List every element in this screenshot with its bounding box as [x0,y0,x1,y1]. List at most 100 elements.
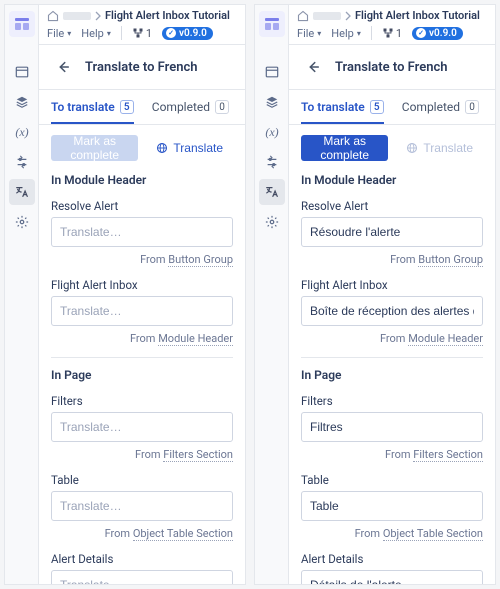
tab-to-translate[interactable]: To translate 5 [51,90,134,124]
from-source: From Filters Section [51,448,233,461]
version-pill[interactable]: ✓v0.9.0 [412,27,463,40]
tab-completed[interactable]: Completed 0 [152,90,229,124]
tab-to-translate[interactable]: To translate 5 [301,90,384,124]
translate-button[interactable]: Translate [146,135,233,161]
panel-icon[interactable] [259,59,285,85]
source-link[interactable]: Filters Section [163,448,233,462]
app-window: (x) Flight Alert Inbox Tutorial File▾ He… [254,4,496,585]
header: Flight Alert Inbox Tutorial File▾ Help▾ … [289,5,495,45]
translation-input[interactable] [51,217,233,247]
source-link[interactable]: Object Table Section [133,527,233,541]
gear-icon[interactable] [9,209,35,235]
app-window: (x) Flight Alert Inbox Tutorial File▾ He… [4,4,246,585]
main-panel: Flight Alert Inbox Tutorial File▾ Help▾ … [39,5,245,584]
gear-icon[interactable] [259,209,285,235]
sliders-icon[interactable] [9,149,35,175]
crumb-placeholder [313,12,341,20]
menu-help[interactable]: Help▾ [81,27,111,40]
from-source: From Object Table Section [301,527,483,540]
version-pill[interactable]: ✓v0.9.0 [162,27,213,40]
tabs: To translate 5 Completed 0 [289,90,495,125]
translate-label: Translate [423,141,473,155]
app-icon[interactable] [259,11,285,37]
translation-input[interactable] [301,296,483,326]
translation-input[interactable] [51,296,233,326]
translation-input[interactable] [301,570,483,584]
translation-input[interactable] [51,570,233,584]
field-label: Resolve Alert [51,199,233,213]
translation-input[interactable] [51,412,233,442]
menubar: File▾ Help▾ 1 ✓v0.9.0 [47,26,237,40]
tab-count: 5 [370,100,384,114]
layers-icon[interactable] [259,89,285,115]
tab-label: To translate [51,100,115,114]
branch-indicator[interactable]: 1 [382,27,402,40]
translate-icon[interactable] [9,179,35,205]
menu-file[interactable]: File▾ [47,27,71,40]
tab-label: Completed [152,100,210,114]
field-label: Table [51,473,233,487]
branch-indicator[interactable]: 1 [132,27,152,40]
group-heading: In Module Header [51,173,233,195]
page-title[interactable]: Flight Alert Inbox Tutorial [105,9,230,22]
source-link[interactable]: Object Table Section [383,527,483,541]
panel-icon[interactable] [9,59,35,85]
chevron-right-icon [345,11,351,21]
menubar: File▾ Help▾ 1 ✓v0.9.0 [297,26,487,40]
home-icon[interactable] [297,10,309,22]
svg-text:(x): (x) [265,125,278,139]
field-label: Alert Details [301,552,483,566]
breadcrumb: Flight Alert Inbox Tutorial [47,9,237,22]
variable-icon[interactable]: (x) [259,119,285,145]
action-bar: Mark as complete Translate [39,125,245,173]
page-title[interactable]: Flight Alert Inbox Tutorial [355,9,480,22]
main-panel: Flight Alert Inbox Tutorial File▾ Help▾ … [289,5,495,584]
field-label: Flight Alert Inbox [51,278,233,292]
sliders-icon[interactable] [259,149,285,175]
tab-label: To translate [301,100,365,114]
check-icon: ✓ [166,28,176,38]
source-link[interactable]: Module Header [158,332,233,346]
divider [371,26,372,40]
breadcrumb: Flight Alert Inbox Tutorial [297,9,487,22]
source-link[interactable]: Button Group [418,253,483,267]
source-link[interactable]: Module Header [408,332,483,346]
from-source: From Filters Section [301,448,483,461]
translation-input[interactable] [301,491,483,521]
tab-label: Completed [402,100,460,114]
group-heading: In Module Header [301,173,483,195]
app-icon[interactable] [9,11,35,37]
field-label: Flight Alert Inbox [301,278,483,292]
svg-text:(x): (x) [15,125,28,139]
subheader-title: Translate to French [85,60,198,75]
menu-help[interactable]: Help▾ [331,27,361,40]
back-button[interactable] [51,55,75,79]
from-source: From Button Group [301,253,483,266]
mark-complete-button[interactable]: Mark as complete [51,135,138,161]
fields-scroll[interactable]: In Module HeaderResolve AlertFrom Button… [39,173,245,584]
source-link[interactable]: Button Group [168,253,233,267]
translation-input[interactable] [301,412,483,442]
action-bar: Mark as complete Translate [289,125,495,173]
header: Flight Alert Inbox Tutorial File▾ Help▾ … [39,5,245,45]
source-link[interactable]: Filters Section [413,448,483,462]
globe-icon [406,142,418,154]
chevron-right-icon [95,11,101,21]
mark-complete-button[interactable]: Mark as complete [301,135,388,161]
fields-scroll[interactable]: In Module Header Resolve Alert From Button… [289,173,495,584]
translate-label: Translate [173,141,223,155]
layers-icon[interactable] [9,89,35,115]
left-rail: (x) [255,5,289,584]
left-rail: (x) [5,5,39,584]
menu-file[interactable]: File▾ [297,27,321,40]
field-label: Resolve Alert [301,199,483,213]
translation-input[interactable] [51,491,233,521]
variable-icon[interactable]: (x) [9,119,35,145]
home-icon[interactable] [47,10,59,22]
tab-completed[interactable]: Completed 0 [402,90,479,124]
translate-icon[interactable] [259,179,285,205]
subheader-title: Translate to French [335,60,448,75]
back-button[interactable] [301,55,325,79]
translation-input[interactable] [301,217,483,247]
field-label: Alert Details [51,552,233,566]
